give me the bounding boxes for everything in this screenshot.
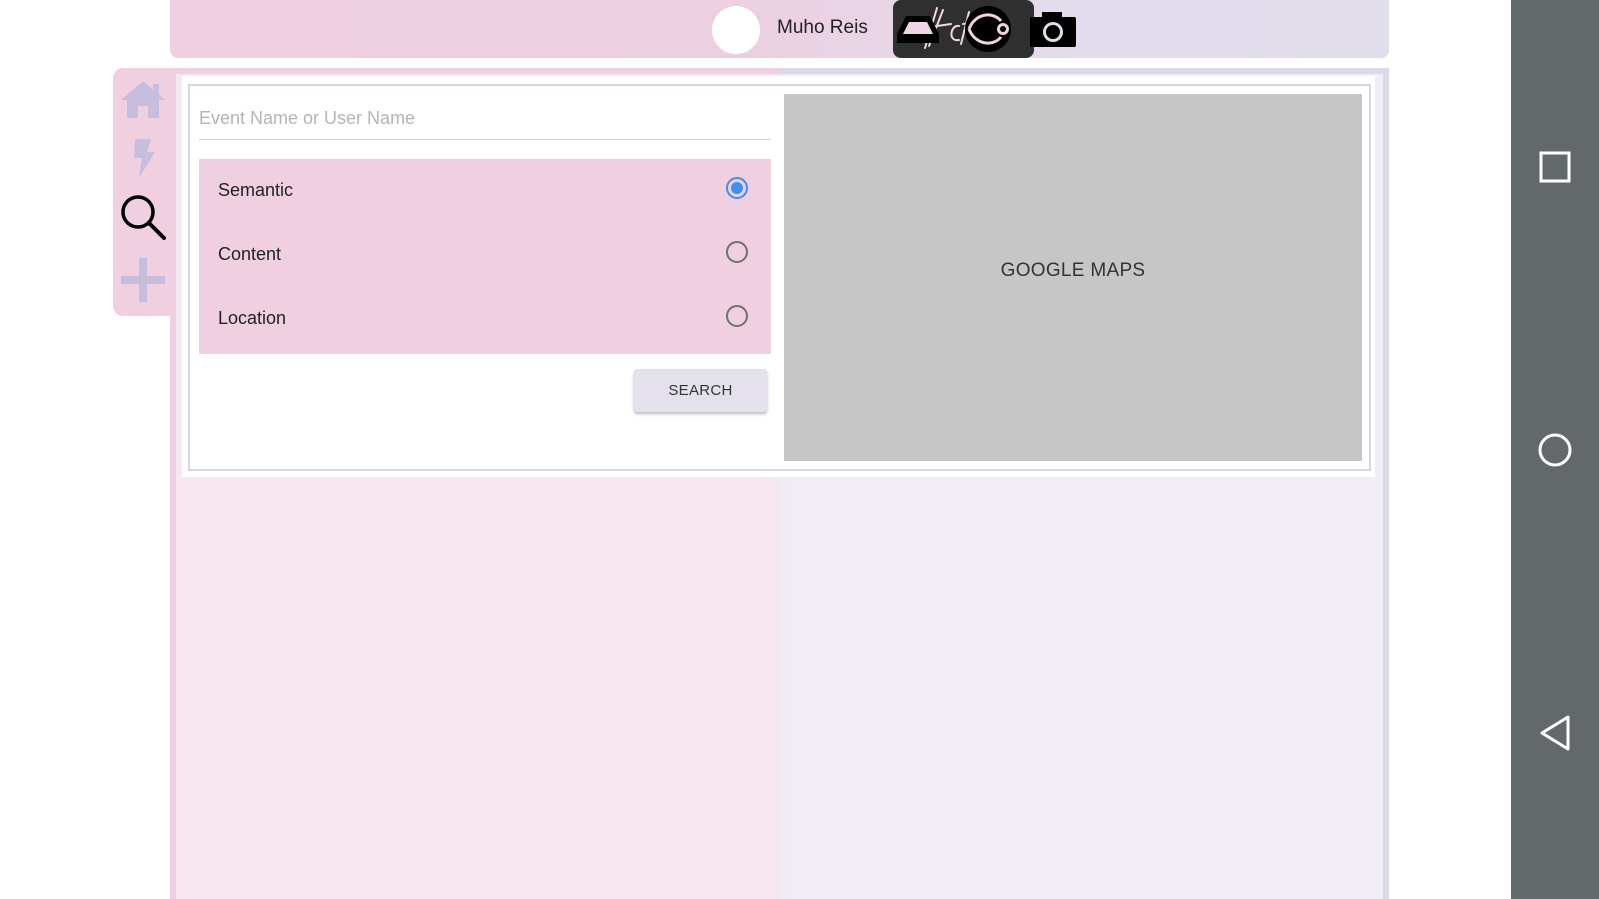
option-location[interactable]: Location [199,287,771,351]
option-semantic[interactable]: Semantic [199,159,771,223]
search-type-options: Semantic Content Location [199,159,771,354]
option-content[interactable]: Content [199,223,771,287]
option-label: Semantic [218,180,294,200]
back-triangle-icon[interactable] [1537,714,1573,752]
search-button[interactable]: SEARCH [634,369,767,412]
recents-square-icon[interactable] [1537,149,1573,185]
camera-icon[interactable] [1028,9,1078,49]
top-bar: Muho Reis [170,0,1389,58]
hat-icon[interactable] [893,12,943,46]
search-input[interactable] [199,104,771,140]
home-circle-icon[interactable] [1537,432,1573,468]
option-label: Location [218,308,287,328]
avatar[interactable] [712,6,760,54]
radio-content[interactable] [726,241,748,263]
map-view[interactable]: GOOGLE MAPS [784,94,1362,461]
search-icon[interactable] [117,192,169,242]
map-label: GOOGLE MAPS [1000,260,1146,281]
home-icon[interactable] [117,78,169,122]
sidebar [113,68,174,316]
eye-logo-icon[interactable] [963,5,1013,53]
radio-location[interactable] [726,305,748,327]
option-label: Content [218,244,282,264]
username[interactable]: Muho Reis [777,17,868,39]
radio-semantic[interactable] [726,177,748,199]
system-nav-bar [1511,0,1599,899]
plus-icon[interactable] [117,254,169,306]
lightning-icon[interactable] [117,136,169,180]
